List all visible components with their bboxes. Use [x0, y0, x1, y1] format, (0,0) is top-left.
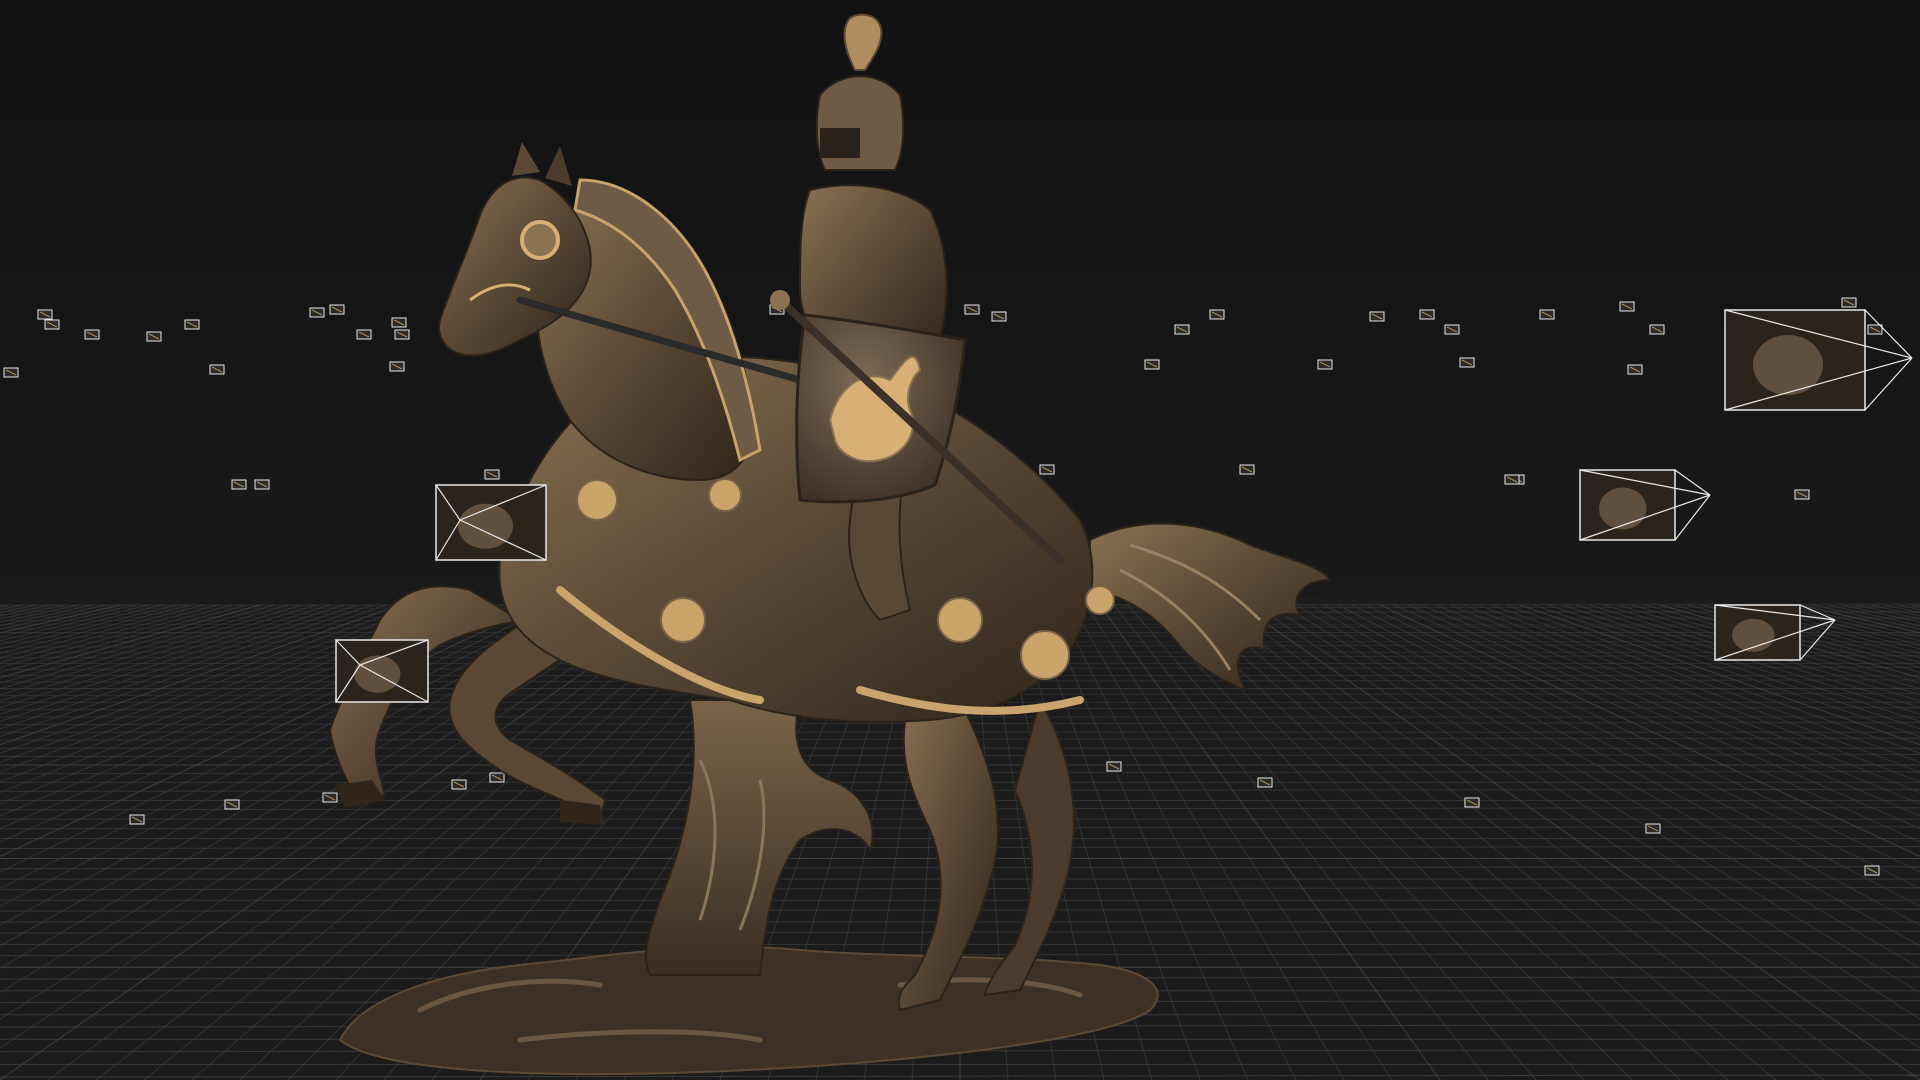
- camera-thumbnail-subject: [1599, 487, 1647, 530]
- helmet-visor: [820, 128, 860, 158]
- camera-thumbnail-subject: [458, 503, 513, 549]
- viewport-canvas[interactable]: [0, 0, 1920, 1080]
- chanfron-rosette: [520, 220, 560, 260]
- 3d-viewport[interactable]: [0, 0, 1920, 1080]
